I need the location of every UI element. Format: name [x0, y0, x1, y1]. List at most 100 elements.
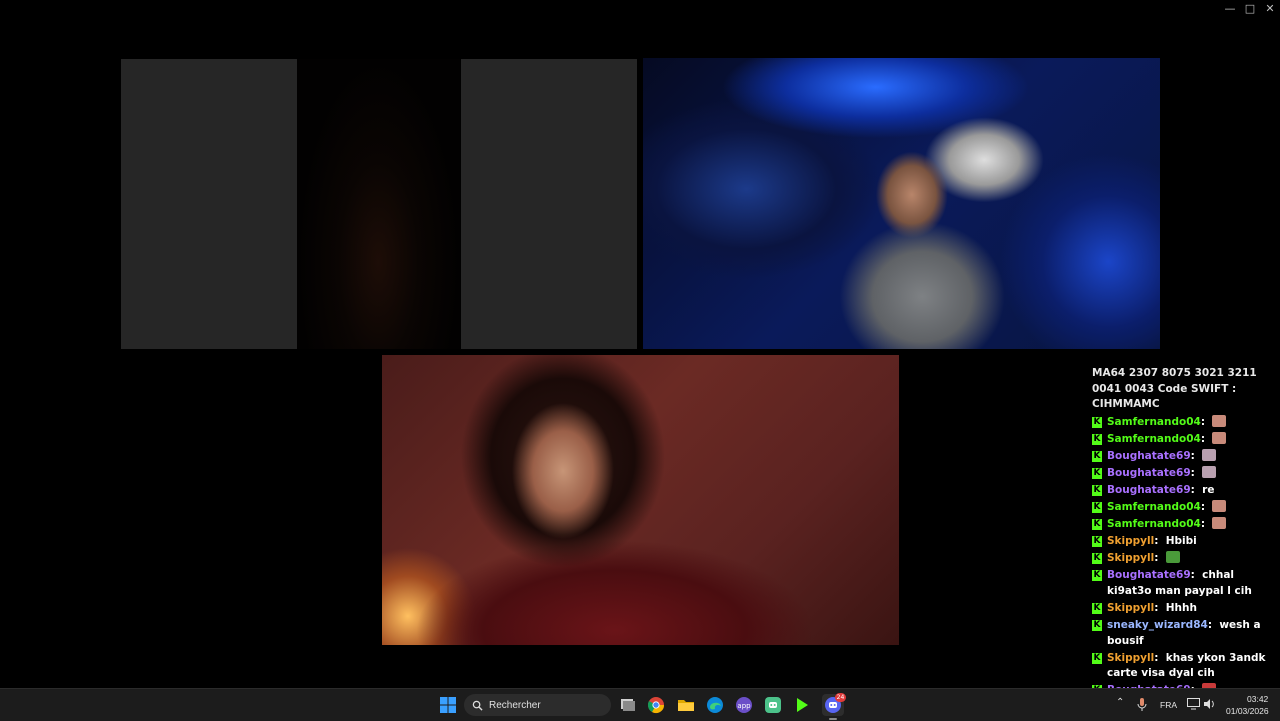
language-indicator[interactable]: FRA	[1160, 700, 1177, 710]
start-icon[interactable]	[439, 696, 457, 714]
video-tile-streamer[interactable]	[643, 58, 1160, 349]
video-tile-webcam[interactable]	[382, 355, 899, 645]
chat-text: re	[1202, 483, 1215, 496]
clock-time[interactable]: 03:42	[1247, 694, 1268, 704]
chat-username[interactable]: Samfernando04	[1107, 433, 1201, 445]
chat-separator: :	[1154, 552, 1166, 565]
chat-separator: :	[1154, 601, 1166, 614]
chat-separator: :	[1200, 415, 1213, 428]
chat-username[interactable]: Samfernando04	[1107, 518, 1201, 530]
chat-message: K Skippyll: Hbibi	[1090, 534, 1276, 550]
chat-text: Hhhh	[1165, 601, 1197, 614]
chat-username[interactable]: sneaky_wizard84	[1107, 619, 1208, 631]
kick-badge-icon: K	[1092, 450, 1102, 462]
chat-message: K Samfernando04:	[1090, 517, 1276, 533]
kick-badge-icon: K	[1092, 416, 1102, 428]
search-placeholder: Rechercher	[489, 699, 541, 711]
search-box[interactable]: Rechercher	[464, 694, 611, 716]
kick-icon[interactable]	[793, 696, 811, 714]
chat-username[interactable]: Boughatate69	[1107, 467, 1191, 479]
chat-message: Ksneaky_wizard84: wesh a bousif	[1090, 618, 1276, 649]
chat-username[interactable]: Skippyll	[1107, 602, 1154, 614]
chat-username[interactable]: Skippyll	[1107, 552, 1154, 564]
cat-emote	[1212, 517, 1227, 530]
chat-username[interactable]: Boughatate69	[1107, 569, 1191, 581]
tray-chevron-up-icon[interactable]: ⌃	[1116, 697, 1124, 708]
chat-message-body: Boughatate69: re	[1107, 483, 1276, 499]
edge-icon[interactable]	[706, 696, 724, 714]
chat-message-body: sneaky_wizard84: wesh a bousif	[1107, 618, 1276, 649]
chat-message-body: Samfernando04:	[1107, 414, 1276, 431]
kick-badge-icon: K	[1092, 553, 1102, 565]
window-controls: — □ ✕	[1220, 0, 1280, 16]
maximize-icon: □	[1244, 1, 1256, 15]
chat-username[interactable]: Samfernando04	[1107, 416, 1201, 428]
frog-emote	[1165, 551, 1180, 564]
app-icon[interactable]: app	[735, 696, 753, 714]
close-button[interactable]: ✕	[1260, 0, 1280, 16]
volume-icon[interactable]	[1203, 698, 1216, 710]
chat-message-body: Samfernando04:	[1107, 517, 1276, 533]
kick-badge-icon: K	[1092, 652, 1102, 664]
microphone-icon[interactable]	[1137, 698, 1147, 712]
figure-emote	[1202, 448, 1217, 461]
chat-message: K Skippyll: khas ykon 3andk carte visa dy…	[1090, 651, 1276, 682]
kick-badge-icon: K	[1092, 484, 1102, 496]
video-tile-empty-2[interactable]	[461, 59, 637, 349]
chat-username[interactable]: Samfernando04	[1107, 501, 1201, 513]
chat-message-body: Skippyll: khas ykon 3andk carte visa dya…	[1107, 651, 1276, 682]
chat-separator: :	[1154, 535, 1166, 548]
chat-separator: :	[1190, 449, 1203, 462]
cat-emote	[1212, 499, 1227, 512]
chat-message-body: Skippyll: Hhhh	[1107, 601, 1276, 617]
chat-message-body: Boughatate69: chhal ki9at3o man paypal l…	[1107, 568, 1276, 599]
chat-message: K Samfernando04:	[1090, 414, 1276, 431]
chat-username[interactable]: Boughatate69	[1107, 484, 1191, 496]
clock-date[interactable]: 01/03/2026	[1226, 706, 1269, 716]
file-explorer-icon[interactable]	[677, 696, 695, 714]
chat-message-body: Skippyll: Hbibi	[1107, 534, 1276, 550]
chat-message: K Samfernando04:	[1090, 431, 1276, 448]
kick-badge-icon: K	[1092, 467, 1102, 479]
kick-badge-icon: K	[1092, 433, 1102, 445]
chat-text: Hbibi	[1165, 535, 1197, 548]
kick-badge-icon: K	[1092, 536, 1102, 548]
chat-message: K Boughatate69: chhal ki9at3o man paypal …	[1090, 568, 1276, 599]
chat-message-body: Skippyll:	[1107, 551, 1276, 567]
video-tile-empty-1[interactable]	[121, 59, 297, 349]
chat-username[interactable]: Skippyll	[1107, 652, 1154, 664]
chat-separator: :	[1190, 569, 1203, 582]
chat-separator: :	[1154, 651, 1166, 664]
chat-separator: :	[1207, 619, 1220, 632]
video-tile-dark[interactable]	[297, 59, 460, 349]
chat-message: K Skippyll: Hhhh	[1090, 601, 1276, 617]
chat-message: K Boughatate69:	[1090, 465, 1276, 482]
chat-panel: MA64 2307 8075 3021 3211 0041 0043 Code …	[1090, 366, 1276, 688]
chat-messages: K Samfernando04: K Samfernando04: K Boughat…	[1090, 414, 1276, 688]
minimize-icon: —	[1224, 1, 1236, 15]
chat-message: K Boughatate69:	[1090, 448, 1276, 465]
chrome-icon[interactable]	[647, 696, 665, 714]
chat-username[interactable]: Skippyll	[1107, 535, 1154, 547]
chat-message: K Boughatate69: re	[1090, 483, 1276, 499]
chat-separator: :	[1190, 466, 1203, 479]
chat-separator: :	[1190, 483, 1203, 496]
kick-badge-icon: K	[1092, 620, 1102, 632]
chat-message-body: Boughatate69:	[1107, 465, 1276, 482]
chat-separator: :	[1200, 518, 1213, 531]
figure-emote	[1202, 465, 1217, 478]
discord-icon[interactable]	[764, 696, 782, 714]
network-icon[interactable]	[1187, 698, 1200, 710]
maximize-button[interactable]: □	[1240, 0, 1260, 16]
chat-message: K Samfernando04:	[1090, 499, 1276, 516]
task-view-icon[interactable]	[619, 696, 637, 714]
chat-separator: :	[1200, 432, 1213, 445]
minimize-button[interactable]: —	[1220, 0, 1240, 16]
cat-emote	[1212, 431, 1227, 444]
search-icon	[472, 700, 483, 711]
chat-username[interactable]: Boughatate69	[1107, 450, 1191, 462]
chat-pinned-text: MA64 2307 8075 3021 3211 0041 0043 Code …	[1092, 367, 1257, 410]
kick-badge-icon: K	[1092, 570, 1102, 582]
chat-message-body: Samfernando04:	[1107, 431, 1276, 448]
close-icon: ✕	[1265, 1, 1275, 15]
